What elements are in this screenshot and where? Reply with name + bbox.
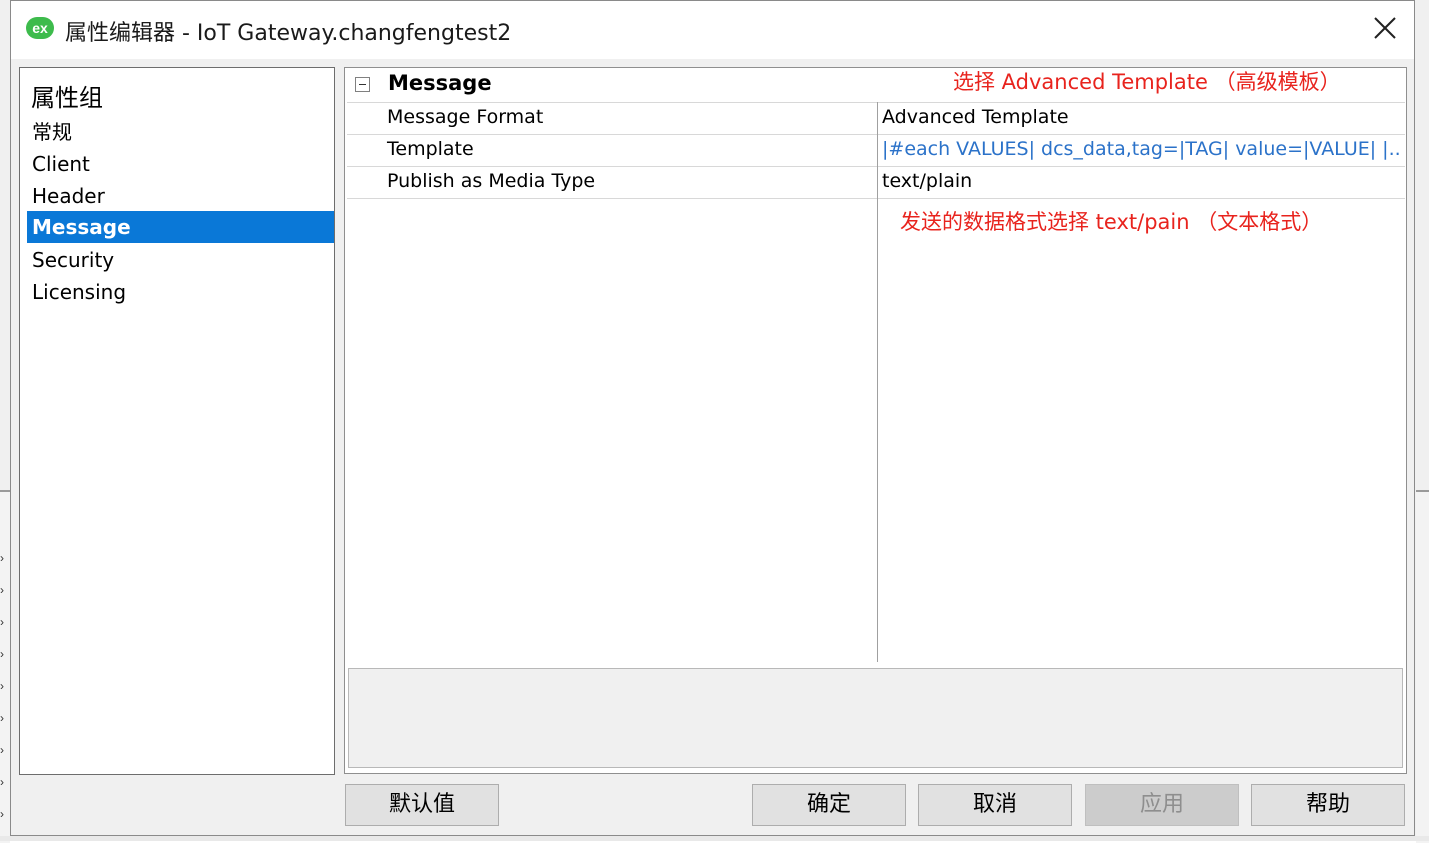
group-item-header[interactable]: Header (27, 180, 334, 212)
property-value[interactable]: |#each VALUES| dcs_data,tag=|TAG| value=… (882, 138, 1402, 160)
property-groups-panel: 属性组 常规 Client Header Message Security Li… (19, 67, 335, 775)
background-chevron-icon: › (0, 615, 4, 629)
background-chevron-icon: › (0, 551, 4, 565)
property-row-message-format[interactable]: Message Format Advanced Template (347, 102, 1405, 134)
category-title: Message (388, 71, 492, 95)
property-value[interactable]: Advanced Template (882, 106, 1402, 128)
background-window-left (0, 490, 10, 843)
background-window-bottom (0, 836, 1429, 841)
property-editor-dialog: ex 属性编辑器 - IoT Gateway.changfengtest2 属性… (10, 0, 1415, 836)
background-chevron-icon: › (0, 743, 4, 757)
property-groups-header: 属性组 (31, 84, 103, 112)
background-window-right (1416, 490, 1429, 843)
background-chevron-icon: › (0, 679, 4, 693)
property-row-media-type[interactable]: Publish as Media Type text/plain (347, 166, 1405, 198)
group-item-client[interactable]: Client (27, 148, 334, 180)
background-chevron-icon: › (0, 647, 4, 661)
annotation-media-note: 发送的数据格式选择 text/pain （文本格式） (900, 210, 1323, 234)
description-box (348, 668, 1403, 768)
window-title: 属性编辑器 - IoT Gateway.changfengtest2 (65, 21, 512, 46)
group-item-general[interactable]: 常规 (27, 116, 334, 148)
cancel-button[interactable]: 取消 (918, 784, 1072, 826)
apply-button[interactable]: 应用 (1085, 784, 1239, 826)
background-chevron-icon: › (0, 711, 4, 725)
close-button[interactable] (1368, 11, 1402, 45)
background-chevron-icon: › (0, 775, 4, 789)
column-divider[interactable] (877, 102, 878, 662)
property-value[interactable]: text/plain (882, 170, 1402, 192)
ok-button[interactable]: 确定 (752, 784, 906, 826)
background-chevron-icon: › (0, 583, 4, 597)
close-icon (1374, 17, 1396, 39)
property-name: Template (387, 138, 474, 160)
property-name: Publish as Media Type (387, 170, 596, 192)
group-item-licensing[interactable]: Licensing (27, 276, 334, 308)
background-chevron-icon: › (0, 807, 4, 821)
property-row-template[interactable]: Template |#each VALUES| dcs_data,tag=|TA… (347, 134, 1405, 166)
row-divider (347, 198, 1405, 199)
group-item-security[interactable]: Security (27, 244, 334, 276)
property-name: Message Format (387, 106, 544, 128)
property-grid: Message 选择 Advanced Template （高级模板） Mess… (344, 67, 1407, 774)
collapse-icon[interactable] (355, 77, 370, 92)
title-bar: ex 属性编辑器 - IoT Gateway.changfengtest2 (11, 1, 1414, 59)
help-button[interactable]: 帮助 (1251, 784, 1405, 826)
annotation-format-note: 选择 Advanced Template （高级模板） (953, 70, 1341, 94)
default-button[interactable]: 默认值 (345, 784, 499, 826)
app-icon: ex (26, 17, 54, 39)
group-item-message[interactable]: Message (27, 211, 334, 243)
